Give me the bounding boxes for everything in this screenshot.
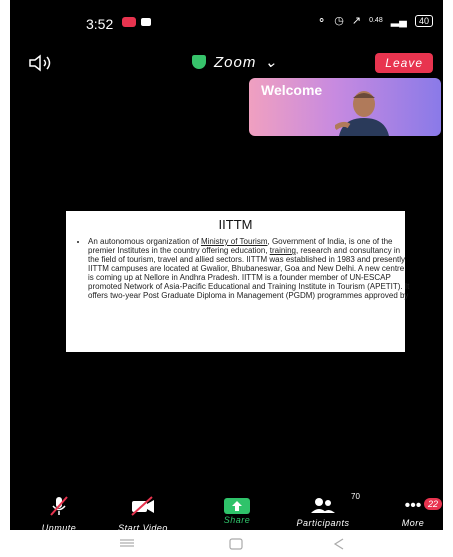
share-button[interactable]: Share: [202, 495, 272, 525]
slide-body: An autonomous organization of Ministry o…: [76, 237, 411, 300]
menu-icon[interactable]: [118, 537, 136, 549]
volte-icon: ↗: [351, 15, 362, 27]
alarm-icon: ◷: [334, 15, 344, 27]
android-nav-bar: [0, 530, 453, 557]
no-sound-icon: ⚬: [317, 15, 327, 27]
share-arrow-icon: [224, 498, 250, 514]
phone-screen: 3:52 ⚬ ◷ ↗ 0.48 ▂▄ 40 Zoom ⌄ Leave Welco…: [10, 0, 443, 557]
status-bar: 3:52 ⚬ ◷ ↗ 0.48 ▂▄ 40: [10, 0, 443, 46]
slide-text-part3: , research and consultancy in the field …: [88, 246, 410, 300]
share-label: Share: [223, 515, 251, 525]
more-dots-icon: •••: [404, 497, 422, 514]
slide-link-training: training: [269, 246, 296, 255]
speaker-icon[interactable]: [28, 54, 58, 72]
signal-icon: ▂▄: [390, 15, 407, 27]
status-time: 3:52: [86, 16, 114, 32]
more-label: More: [401, 518, 425, 528]
chevron-down-icon: ⌄: [264, 54, 278, 71]
shield-icon: [192, 55, 206, 69]
participants-button[interactable]: 70 Participants: [288, 492, 360, 528]
video-call-icon: [141, 18, 151, 26]
back-icon[interactable]: [332, 537, 346, 551]
active-speaker-thumbnail[interactable]: Welcome: [249, 78, 441, 136]
network-speed: 0.48: [369, 17, 383, 24]
battery-icon: 40: [414, 14, 433, 27]
speaker-person-image: [335, 91, 389, 136]
meeting-title-dropdown[interactable]: Zoom ⌄: [192, 53, 278, 71]
screen-record-icon: [122, 17, 136, 27]
app-title: Zoom: [214, 53, 257, 71]
status-icons: ⚬ ◷ ↗ 0.48 ▂▄ 40: [317, 14, 433, 27]
start-video-button[interactable]: Start Video: [108, 495, 178, 533]
video-off-icon: [131, 496, 154, 516]
muted-mic-icon: [50, 496, 68, 516]
participants-count: 70: [351, 492, 360, 501]
more-notification-badge: 22: [424, 498, 443, 510]
slide-text-part1: An autonomous organization of: [88, 237, 201, 246]
slide-link-ministry: Ministry of Tourism: [200, 237, 268, 246]
leave-button[interactable]: Leave: [375, 53, 433, 73]
home-icon[interactable]: [228, 537, 244, 551]
meeting-toolbar: Unmute Start Video Share 70 Participants…: [10, 492, 443, 533]
slide-title: IITTM: [218, 217, 253, 232]
battery-level: 40: [418, 15, 429, 26]
shared-screen-slide: IITTM An autonomous organization of Mini…: [66, 211, 409, 352]
thumbnail-label: Welcome: [261, 82, 323, 98]
slide-bullet: An autonomous organization of Ministry o…: [88, 237, 411, 300]
unmute-button[interactable]: Unmute: [24, 495, 94, 533]
more-button[interactable]: ••• 22 More: [378, 495, 443, 528]
meeting-header: Zoom ⌄ Leave: [10, 46, 443, 78]
participants-label: Participants: [296, 518, 350, 528]
participants-icon: [311, 498, 335, 513]
